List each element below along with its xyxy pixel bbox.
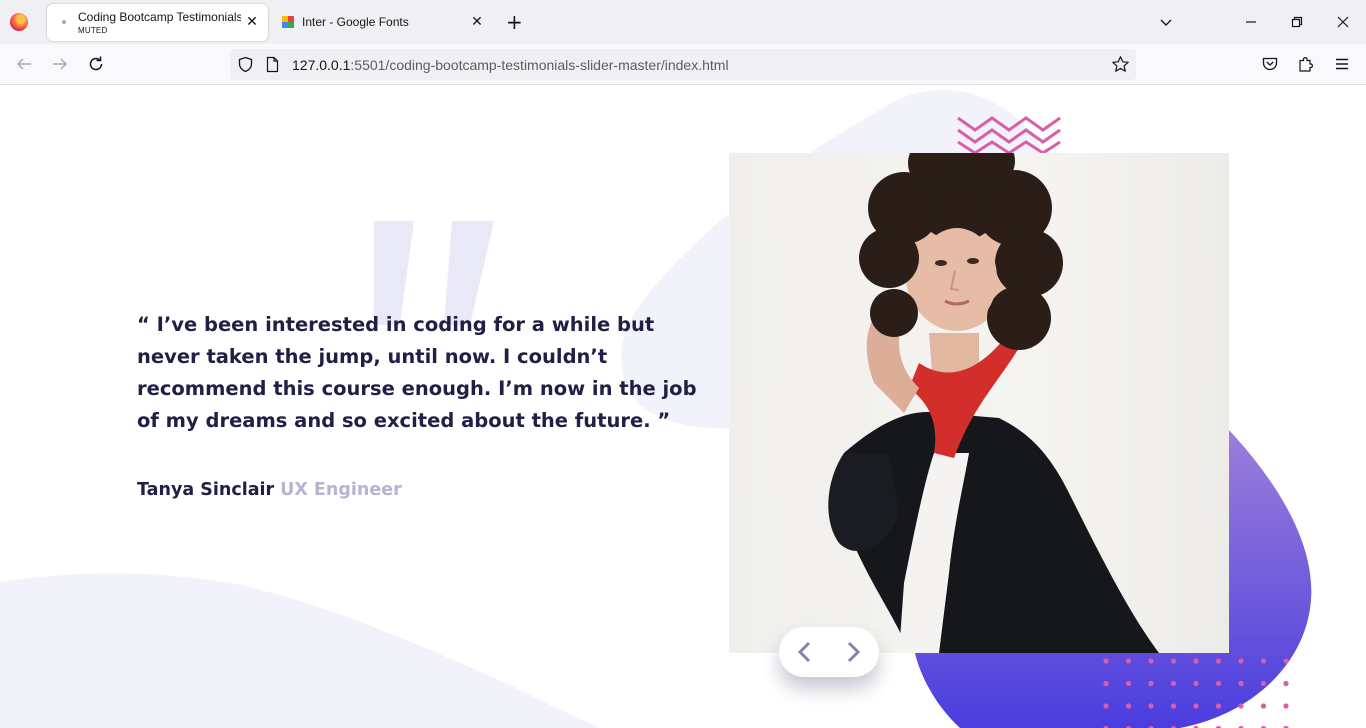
dot bbox=[1283, 703, 1289, 709]
page-viewport: “ I’ve been interested in coding for a w… bbox=[0, 85, 1366, 728]
tab-muted-label[interactable]: MUTED bbox=[78, 26, 107, 35]
tab-inter-google-fonts[interactable]: Inter - Google Fonts ✕ bbox=[271, 4, 493, 41]
reload-icon[interactable] bbox=[85, 53, 107, 75]
dot bbox=[1125, 703, 1132, 709]
dot bbox=[1193, 680, 1199, 687]
shield-icon[interactable] bbox=[237, 56, 254, 73]
dot bbox=[1260, 658, 1267, 664]
url-bar[interactable]: 127.0.0.1:5501/coding-bootcamp-testimoni… bbox=[230, 49, 1136, 80]
testimonial-author: Tanya Sinclair UX Engineer bbox=[137, 480, 402, 500]
testimonial-quote: “ I’ve been interested in coding for a w… bbox=[137, 313, 697, 432]
new-tab-icon[interactable]: + bbox=[506, 12, 523, 32]
arrow-left-icon[interactable] bbox=[13, 53, 35, 75]
firefox-icon[interactable] bbox=[10, 13, 28, 31]
dot bbox=[1103, 658, 1109, 664]
tab-favicon-icon bbox=[62, 20, 66, 24]
dot bbox=[1193, 658, 1199, 664]
dot bbox=[1170, 658, 1177, 664]
dot bbox=[1238, 680, 1244, 687]
testimonial-photo bbox=[729, 153, 1229, 653]
author-name: Tanya Sinclair bbox=[137, 480, 275, 500]
chevron-down-icon[interactable] bbox=[1158, 14, 1174, 30]
restore-icon[interactable] bbox=[1289, 14, 1305, 30]
tab-title: Inter - Google Fonts bbox=[302, 15, 409, 29]
nav-toolbar: 127.0.0.1:5501/coding-bootcamp-testimoni… bbox=[0, 44, 1366, 85]
slider-controls bbox=[779, 627, 879, 677]
url-host: 127.0.0.1 bbox=[292, 57, 351, 73]
arrow-right-icon[interactable] bbox=[49, 53, 71, 75]
dot bbox=[1215, 703, 1222, 709]
dot bbox=[1193, 703, 1199, 709]
url-path: :5501/coding-bootcamp-testimonials-slide… bbox=[350, 57, 729, 73]
hamburger-icon[interactable] bbox=[1333, 55, 1351, 73]
dot bbox=[1215, 680, 1222, 687]
dot bbox=[1215, 658, 1222, 664]
author-role: UX Engineer bbox=[280, 480, 402, 500]
dot bbox=[1238, 658, 1244, 664]
pocket-icon[interactable] bbox=[1261, 55, 1279, 73]
tab-title: Coding Bootcamp Testimonials bbox=[78, 10, 241, 24]
puzzle-icon[interactable] bbox=[1297, 55, 1315, 73]
page-icon[interactable] bbox=[265, 56, 280, 73]
dot bbox=[1103, 703, 1109, 709]
bottom-curve-shape bbox=[0, 573, 600, 728]
dot bbox=[1238, 703, 1244, 709]
dot bbox=[1170, 703, 1177, 709]
dot bbox=[1260, 703, 1267, 709]
dot bbox=[1148, 658, 1154, 664]
chevron-left-icon[interactable] bbox=[793, 640, 817, 664]
tab-coding-bootcamp[interactable]: Coding Bootcamp Testimonials MUTED ✕ bbox=[47, 4, 268, 41]
dot bbox=[1103, 680, 1109, 687]
url-text[interactable]: 127.0.0.1:5501/coding-bootcamp-testimoni… bbox=[292, 57, 729, 73]
close-window-icon[interactable] bbox=[1335, 14, 1351, 30]
close-icon[interactable]: ✕ bbox=[469, 14, 485, 30]
dot bbox=[1283, 680, 1289, 687]
dot bbox=[1148, 703, 1154, 709]
dot bbox=[1283, 658, 1289, 664]
dot bbox=[1260, 680, 1267, 687]
close-icon[interactable]: ✕ bbox=[244, 14, 260, 30]
dot bbox=[1170, 680, 1177, 687]
star-icon[interactable] bbox=[1111, 55, 1130, 74]
google-fonts-icon bbox=[282, 16, 294, 28]
dot bbox=[1125, 680, 1132, 687]
chevron-right-icon[interactable] bbox=[841, 640, 865, 664]
dot bbox=[1125, 658, 1132, 664]
minimize-icon[interactable] bbox=[1243, 14, 1259, 30]
dot bbox=[1148, 680, 1154, 687]
tab-strip: Coding Bootcamp Testimonials MUTED ✕ Int… bbox=[0, 0, 1366, 44]
